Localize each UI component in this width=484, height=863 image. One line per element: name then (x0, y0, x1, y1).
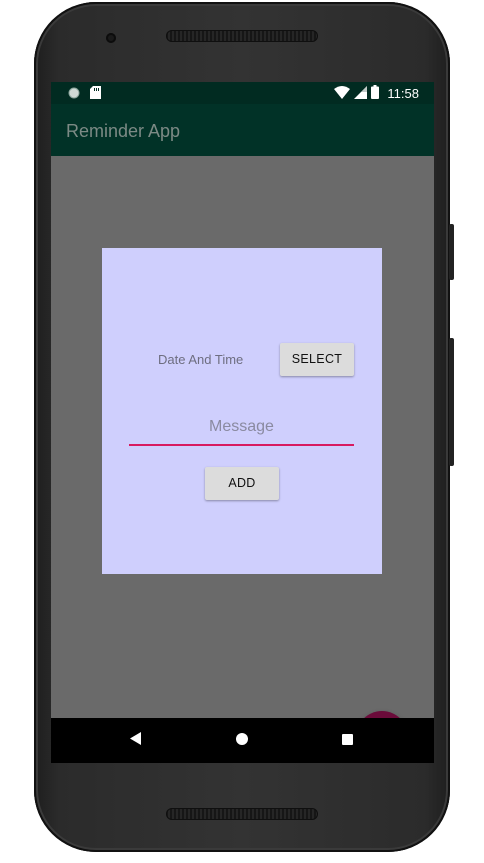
app-bar: Reminder App (51, 104, 434, 156)
wifi-icon (334, 85, 351, 102)
recents-button[interactable] (327, 718, 367, 763)
volume-rocker (449, 338, 454, 466)
power-button (449, 224, 454, 280)
screen: 11:58 Reminder App Date And Time SELECT … (51, 82, 434, 763)
main-content: Date And Time SELECT Message ADD (51, 156, 434, 763)
add-button[interactable]: ADD (205, 467, 279, 500)
back-button[interactable] (116, 718, 156, 763)
status-right-icons: 11:58 (334, 85, 419, 102)
recents-icon (341, 732, 353, 750)
navigation-bar (51, 718, 434, 763)
top-speaker (166, 30, 318, 42)
battery-icon (371, 85, 380, 102)
select-date-time-button[interactable]: SELECT (280, 343, 354, 376)
home-icon (236, 732, 248, 750)
add-reminder-dialog: Date And Time SELECT Message ADD (102, 248, 382, 574)
sd-card-icon (90, 86, 101, 104)
message-input[interactable]: Message (129, 418, 354, 446)
app-title: Reminder App (66, 121, 181, 141)
back-icon (130, 731, 142, 750)
bottom-speaker (166, 808, 318, 820)
date-time-label: Date And Time (158, 352, 244, 367)
status-time: 11:58 (387, 86, 419, 101)
home-button[interactable] (222, 718, 262, 763)
front-camera (106, 33, 116, 43)
signal-icon (354, 85, 368, 102)
circle-notification-icon (68, 86, 80, 104)
status-bar: 11:58 (51, 82, 434, 104)
status-left-icons (68, 86, 101, 104)
